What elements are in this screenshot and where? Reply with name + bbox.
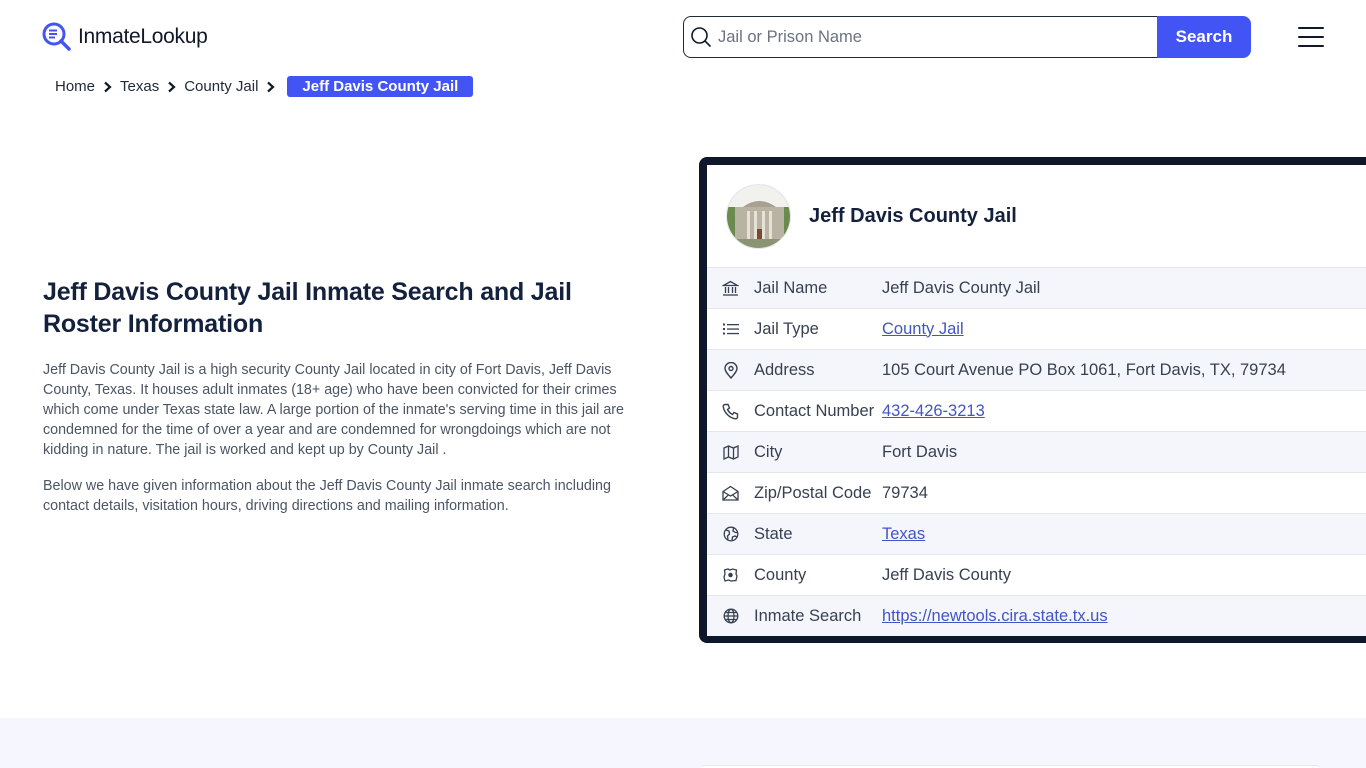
hamburger-icon-line — [1298, 36, 1324, 38]
info-row-state: State Texas — [707, 513, 1366, 554]
search-field[interactable] — [683, 16, 1157, 58]
row-label: Inmate Search — [754, 606, 862, 625]
chevron-right-icon — [266, 81, 276, 93]
info-row-jail-name: Jail Name Jeff Davis County Jail — [707, 267, 1366, 308]
row-value: Jeff Davis County Jail — [882, 278, 1041, 297]
row-value: 79734 — [882, 483, 928, 502]
list-icon — [707, 322, 754, 336]
info-row-jail-type: Jail Type County Jail — [707, 308, 1366, 349]
site-logo[interactable]: InmateLookup — [42, 22, 208, 52]
contact-number-link[interactable]: 432-426-3213 — [882, 402, 985, 420]
row-label: Zip/Postal Code — [754, 483, 872, 502]
hamburger-icon-line — [1298, 45, 1324, 47]
jail-photo-avatar — [726, 183, 791, 249]
row-value: 105 Court Avenue PO Box 1061, Fort Davis… — [882, 360, 1286, 379]
row-label: Address — [754, 360, 815, 379]
info-row-contact-number: Contact Number 432-426-3213 — [707, 390, 1366, 431]
intro-paragraph: Below we have given information about th… — [43, 478, 611, 514]
breadcrumb-texas[interactable]: Texas — [120, 78, 159, 95]
row-label: City — [754, 442, 783, 461]
row-label: State — [754, 524, 793, 543]
magnifier-doc-icon — [42, 22, 71, 51]
state-link[interactable]: Texas — [882, 525, 925, 543]
row-value: Jeff Davis County — [882, 565, 1012, 584]
jail-info-card: Jeff Davis County Jail Jail Name Jeff Da… — [699, 157, 1366, 643]
logo-text: InmateLookup — [78, 25, 208, 48]
inmate-search-link[interactable]: https://newtools.cira.state.tx.us — [882, 607, 1108, 625]
row-value: Fort Davis — [882, 442, 958, 461]
globe-icon — [707, 608, 754, 624]
breadcrumb-county-jail[interactable]: County Jail — [184, 78, 258, 95]
breadcrumb: Home Texas County Jail Jeff Davis County… — [55, 76, 474, 97]
info-row-county: County Jeff Davis County — [707, 554, 1366, 595]
mail-open-icon — [707, 485, 754, 501]
map-pin-icon — [707, 361, 754, 379]
page-title: Jeff Davis County Jail Inmate Search and… — [43, 278, 572, 338]
intro-paragraph: Jeff Davis County Jail is a high securit… — [43, 362, 624, 458]
search-form: Search — [683, 16, 1251, 58]
next-section-background — [0, 718, 1366, 768]
phone-icon — [707, 403, 754, 420]
chevron-right-icon — [167, 81, 176, 93]
breadcrumb-home[interactable]: Home — [55, 78, 95, 95]
chevron-right-icon — [103, 81, 112, 93]
row-label: County — [754, 565, 807, 584]
jail-type-link[interactable]: County Jail — [882, 320, 964, 338]
search-button[interactable]: Search — [1157, 16, 1251, 58]
building-columns-icon — [707, 280, 754, 297]
hamburger-menu-button[interactable] — [1298, 27, 1324, 47]
row-label: Jail Name — [754, 278, 828, 297]
breadcrumb-current: Jeff Davis County Jail — [287, 76, 474, 97]
row-label: Contact Number — [754, 401, 875, 420]
info-row-city: City Fort Davis — [707, 431, 1366, 472]
hamburger-icon-line — [1298, 27, 1324, 29]
county-map-icon — [707, 568, 754, 582]
row-label: Jail Type — [754, 319, 819, 338]
map-icon — [707, 444, 754, 460]
card-title: Jeff Davis County Jail — [809, 204, 1017, 227]
search-icon — [691, 27, 711, 47]
intro-section: Jeff Davis County Jail Inmate Search and… — [43, 276, 643, 516]
info-row-address: Address 105 Court Avenue PO Box 1061, Fo… — [707, 349, 1366, 390]
card-header: Jeff Davis County Jail — [707, 165, 1366, 267]
info-row-zip-code: Zip/Postal Code 79734 — [707, 472, 1366, 513]
globe-pin-icon — [707, 526, 754, 542]
search-input[interactable] — [718, 27, 1138, 47]
info-row-inmate-search: Inmate Search https://newtools.cira.stat… — [707, 595, 1366, 636]
